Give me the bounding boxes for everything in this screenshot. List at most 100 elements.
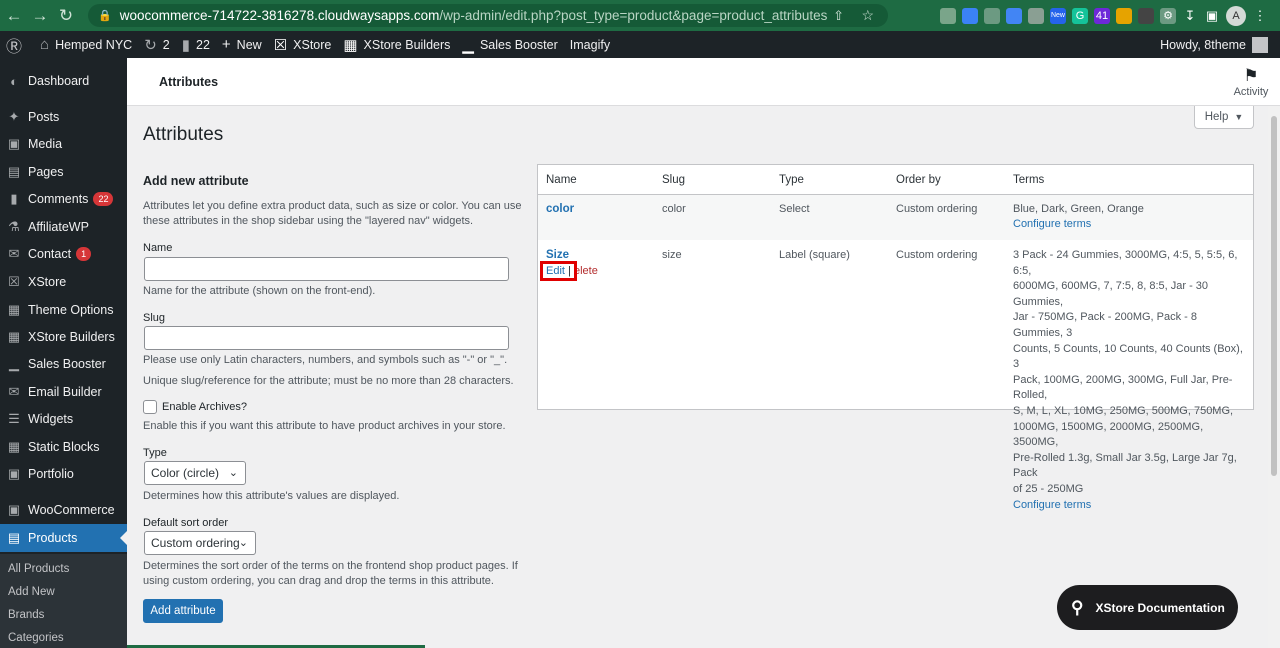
puzzle-icon[interactable]: ⚙ (1160, 7, 1176, 24)
xstore-icon: ☒ (8, 274, 20, 289)
sidebar-item-woocommerce[interactable]: ▣ WooCommerce (0, 497, 127, 523)
attribute-slug-input[interactable] (144, 326, 509, 350)
sidebar-item-products[interactable]: ▤ Products (0, 524, 127, 552)
submenu-categories[interactable]: Categories (8, 632, 64, 644)
sidebar-item-posts[interactable]: ✦ Posts (0, 104, 127, 130)
page-title: Attributes (143, 124, 224, 145)
attribute-order-by: Custom ordering (896, 249, 978, 261)
url-host: woocommerce-714722-3816278.cloudwaysapps… (119, 8, 440, 23)
globe-ext-icon[interactable] (984, 7, 1000, 24)
updates-link[interactable]: ↻ 2 (138, 31, 176, 58)
tag-ext-icon[interactable] (1138, 7, 1154, 24)
sidebar-item-comments[interactable]: ▮ Comments 22 (0, 186, 127, 212)
sidepanel-icon[interactable]: ▣ (1204, 8, 1220, 24)
kebab-menu-icon[interactable]: ⋮ (1252, 8, 1268, 24)
page-scrollbar[interactable] (1268, 106, 1280, 648)
name-label: Name (143, 242, 173, 254)
sidebar-item-portfolio[interactable]: ▣ Portfolio (0, 461, 127, 487)
sidebar-item-contact[interactable]: ✉ Contact 1 (0, 241, 127, 267)
admin-sidebar: ◐ Dashboard ✦ Posts ▣ Media ▤ Pages ▮ Comment… (0, 58, 127, 648)
comments-link[interactable]: ▮ 22 (176, 31, 216, 58)
sidebar-item-dashboard[interactable]: ◐ Dashboard (0, 68, 127, 94)
attribute-slug: color (662, 203, 686, 215)
sidebar-item-sales-booster[interactable]: ▁ Sales Booster (0, 351, 127, 377)
activity-button[interactable]: ⚑ Activity (1230, 66, 1272, 98)
reload-icon[interactable]: ↻ (54, 4, 78, 28)
slug-help-2: Unique slug/reference for the attribute;… (143, 375, 514, 387)
sidebar-item-affiliatewp[interactable]: ⚗ AffiliateWP (0, 214, 127, 240)
url-path: /wp-admin/edit.php?post_type=product&pag… (439, 8, 828, 23)
sales-booster-adminbar-link[interactable]: ▁ Sales Booster (456, 31, 563, 58)
attribute-name-link[interactable]: color (546, 202, 574, 218)
sidebar-item-media[interactable]: ▣ Media (0, 131, 127, 157)
sort-order-select[interactable]: Custom ordering ⌄ (144, 531, 256, 555)
profile-avatar[interactable]: A (1226, 5, 1246, 26)
color-ext-icon[interactable] (1116, 7, 1132, 24)
submenu-brands[interactable]: Brands (8, 609, 44, 621)
help-tab-button[interactable]: Help ▼ (1194, 106, 1254, 129)
grammarly-ext-icon[interactable]: G (1072, 7, 1088, 24)
delete-link[interactable]: elete (574, 265, 598, 277)
submenu-all-products[interactable]: All Products (8, 563, 69, 575)
type-label: Type (143, 447, 167, 459)
address-bar[interactable]: 🔒 woocommerce-714722-3816278.cloudwaysap… (88, 4, 888, 27)
submenu-add-new[interactable]: Add New (8, 586, 55, 598)
sort-help-2: using custom ordering, you can drag and … (143, 575, 494, 587)
column-header-order-by: Order by (896, 174, 941, 186)
lock-icon: 🔒 (98, 10, 112, 22)
configure-terms-link[interactable]: Configure terms (1013, 498, 1248, 514)
xstore-documentation-button[interactable]: ⚲ XStore Documentation (1057, 585, 1238, 630)
puzzle-ext-icon[interactable] (940, 7, 956, 24)
imagify-link[interactable]: Imagify (564, 31, 616, 58)
my-account[interactable]: Howdy, 8theme (1160, 31, 1268, 58)
doc-ext-icon[interactable] (962, 7, 978, 24)
sidebar-item-xstore[interactable]: ☒ XStore (0, 269, 127, 295)
blocks-icon: ▦ (7, 439, 21, 454)
sidebar-item-widgets[interactable]: ☰ Widgets (0, 406, 127, 432)
wp-logo-icon[interactable]: Ⓡ (0, 31, 34, 58)
archives-help: Enable this if you want this attribute t… (143, 420, 506, 432)
search-icon: ⚲ (1071, 597, 1084, 617)
count-ext-icon[interactable]: 41 (1094, 7, 1110, 24)
page-header-bar: Attributes ⚑ Activity (127, 58, 1280, 106)
new-ext-icon[interactable]: New (1050, 7, 1066, 24)
dashboard-icon: ◐ (10, 73, 18, 89)
share-icon[interactable]: ⇧ (833, 8, 844, 24)
sidebar-item-xstore-builders[interactable]: ▦ XStore Builders (0, 324, 127, 350)
column-header-name: Name (546, 174, 577, 186)
scroll-thumb[interactable] (1271, 116, 1277, 476)
sidebar-item-email-builder[interactable]: ✉ Email Builder (0, 379, 127, 405)
column-header-type: Type (779, 174, 804, 186)
bar-chart-icon: ▁ (462, 36, 474, 54)
add-attribute-button[interactable]: Add attribute (143, 599, 223, 623)
download-icon[interactable]: ↧ (1182, 8, 1198, 24)
xstore-adminbar-link[interactable]: ☒ XStore (268, 31, 338, 58)
enable-archives-label[interactable]: Enable Archives? (162, 401, 247, 413)
browser-toolbar: ← → ↻ 🔒 woocommerce-714722-3816278.cloud… (0, 0, 1280, 31)
affiliate-icon: ⚗ (8, 219, 20, 234)
configure-terms-link[interactable]: Configure terms (1013, 217, 1091, 233)
forward-arrow-icon[interactable]: → (28, 4, 52, 28)
enable-archives-checkbox[interactable] (143, 400, 157, 414)
translate-ext-icon[interactable] (1006, 7, 1022, 24)
plus-icon: + (221, 36, 231, 53)
chevron-down-icon: ⌄ (238, 537, 248, 549)
new-content-link[interactable]: + New (216, 31, 268, 58)
type-select[interactable]: Color (circle) ⌄ (144, 461, 246, 485)
sidebar-item-theme-options[interactable]: ▦ Theme Options (0, 297, 127, 323)
form-intro-line-1: Attributes let you define extra product … (143, 200, 522, 212)
sidebar-item-pages[interactable]: ▤ Pages (0, 159, 127, 185)
media-icon: ▣ (7, 136, 21, 151)
builders-icon: ▦ (343, 36, 358, 54)
xstore-builders-adminbar-link[interactable]: ▦ XStore Builders (337, 31, 456, 58)
site-name-link[interactable]: ⌂ Hemped NYC (34, 31, 138, 58)
sidebar-item-static-blocks[interactable]: ▦ Static Blocks (0, 434, 127, 460)
attribute-name-input[interactable] (144, 257, 509, 281)
attributes-table: Name Slug Type Order by Terms color colo… (537, 164, 1254, 511)
updates-icon: ↻ (144, 36, 157, 54)
bookmark-star-icon[interactable]: ☆ (861, 7, 874, 24)
comment-icon: ▮ (181, 36, 190, 54)
comments-badge: 22 (93, 192, 114, 206)
back-arrow-icon[interactable]: ← (2, 4, 26, 28)
camera-ext-icon[interactable] (1028, 7, 1044, 24)
